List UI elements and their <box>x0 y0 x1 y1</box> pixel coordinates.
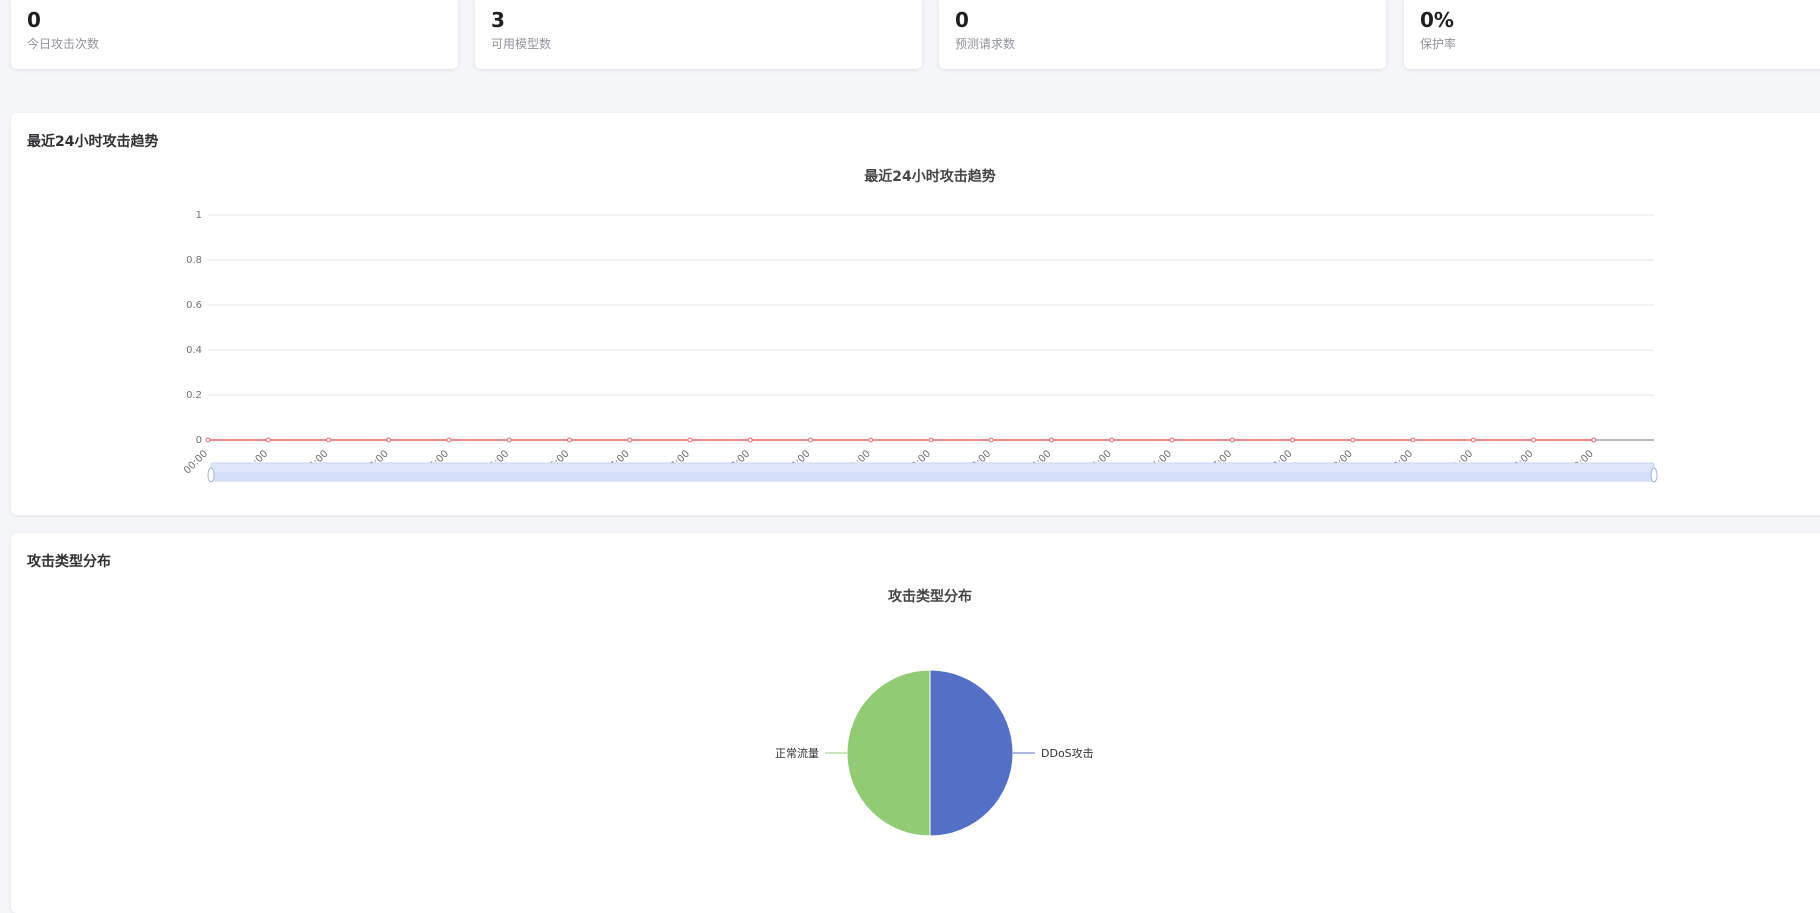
data-point <box>446 437 452 443</box>
data-point <box>1410 437 1416 443</box>
stat-card-protection-rate: 0% 保护率 <box>1404 0 1820 69</box>
stat-card-attacks-today: 0 今日攻击次数 <box>11 0 458 69</box>
x-tick-label: 00:00 <box>182 448 210 476</box>
chart-title: 最近24小时攻击趋势 <box>864 168 995 185</box>
data-point <box>386 437 392 443</box>
data-point <box>627 437 633 443</box>
stat-value: 3 <box>491 8 505 32</box>
y-tick-label: 0.4 <box>186 345 202 356</box>
y-tick-label: 0 <box>196 435 202 446</box>
data-point <box>1109 437 1115 443</box>
stat-label: 可用模型数 <box>491 37 552 51</box>
data-point <box>1470 437 1476 443</box>
data-point <box>868 437 874 443</box>
data-point <box>1591 437 1597 443</box>
data-point <box>808 437 813 443</box>
chart-title: 攻击类型分布 <box>888 588 972 605</box>
zoom-handle-left <box>207 467 215 483</box>
trend-chart: 最近24小时攻击趋势 00.20.40.60.8100:00 01:00 02:00… <box>182 168 1658 483</box>
pie-slice <box>846 669 931 837</box>
data-point <box>1169 437 1175 443</box>
data-point <box>1290 437 1295 443</box>
stat-value: 0 <box>27 8 41 32</box>
data-point <box>506 437 512 443</box>
data-point <box>265 437 271 443</box>
data-point <box>928 437 934 443</box>
stat-label: 今日攻击次数 <box>27 37 100 51</box>
stat-value: 0 <box>955 8 969 32</box>
slice-label: 正常流量 <box>775 746 819 760</box>
pie-chart: 攻击类型分布 DDoS攻击 正常流量 <box>775 588 1094 837</box>
y-tick-label: 0.8 <box>186 255 202 266</box>
y-tick-label: 1 <box>196 210 202 221</box>
data-point <box>988 437 994 443</box>
data-point <box>567 437 572 443</box>
trend-panel: 最近24小时攻击趋势 最近24小时攻击趋势 0 0.2 0.4 0.6 0.8 1 00:0… <box>11 113 1820 515</box>
attack-type-panel: 攻击类型分布 攻击类型分布 DDoS攻击 正常流量 <box>11 533 1820 913</box>
zoom-slider-fill <box>211 472 1654 481</box>
slice-label: DDoS攻击 <box>1041 746 1094 760</box>
stat-card-prediction-requests: 0 预测请求数 <box>939 0 1386 69</box>
data-point <box>1049 437 1054 443</box>
data-point <box>1229 437 1235 443</box>
zoom-handle-right <box>1650 467 1658 483</box>
stat-label: 保护率 <box>1420 37 1457 51</box>
pie-slice <box>929 669 1014 837</box>
stat-card-available-models: 3 可用模型数 <box>475 0 922 69</box>
data-point <box>1350 437 1356 443</box>
data-point <box>687 437 693 443</box>
y-tick-label: 0.6 <box>186 300 202 311</box>
stat-value: 0% <box>1420 8 1454 32</box>
data-point <box>747 437 753 443</box>
data-point <box>326 437 331 443</box>
data-point <box>205 437 211 443</box>
stat-label: 预测请求数 <box>955 37 1016 51</box>
y-tick-label: 0.2 <box>186 390 202 401</box>
data-point <box>1531 437 1536 443</box>
